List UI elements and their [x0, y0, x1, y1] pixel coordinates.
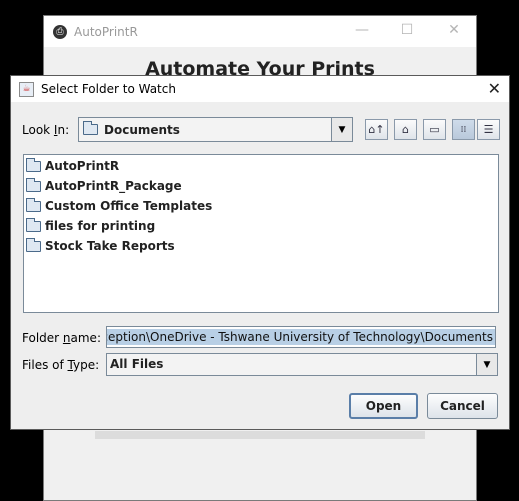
file-item-label: Custom Office Templates [45, 199, 213, 213]
dialog-close-icon[interactable]: ✕ [488, 79, 501, 98]
home-icon: ⌂ [402, 123, 409, 136]
list-item[interactable]: Stock Take Reports [26, 237, 175, 255]
dialog-title: Select Folder to Watch [41, 82, 176, 96]
look-in-value: Documents [104, 122, 180, 137]
look-in-label: Look In: [22, 123, 69, 137]
details-view-icon: ☰ [483, 123, 494, 136]
minimize-icon[interactable]: — [352, 22, 372, 38]
file-item-label: files for printing [45, 219, 156, 233]
folder-icon [26, 237, 41, 252]
files-of-type-label-prefix: Files of [22, 358, 68, 372]
folder-name-label: Folder name: [22, 331, 101, 345]
details-view-button[interactable]: ☰ [477, 119, 500, 140]
cancel-button[interactable]: Cancel [427, 393, 498, 419]
main-title-bar: ⎙ AutoPrintR — ☐ ✕ [44, 16, 476, 47]
up-one-level-button[interactable]: ⌂↑ [365, 119, 388, 140]
folder-name-value: rs\Reception\OneDrive - Tshwane Universi… [107, 329, 495, 345]
select-folder-dialog: ☕ Select Folder to Watch ✕ Look In: Docu… [10, 75, 510, 430]
main-window-strip [95, 431, 425, 439]
new-folder-icon: ▭ [429, 123, 440, 136]
files-of-type-label: Files of Type: [22, 358, 99, 372]
new-folder-button[interactable]: ▭ [423, 119, 446, 140]
look-in-label-suffix: n: [57, 123, 70, 137]
folder-name-field[interactable]: rs\Reception\OneDrive - Tshwane Universi… [106, 326, 496, 348]
file-item-label: AutoPrintR_Package [45, 179, 182, 193]
list-item[interactable]: AutoPrintR_Package [26, 177, 182, 195]
chevron-down-icon[interactable]: ▼ [331, 118, 352, 141]
home-button[interactable]: ⌂ [394, 119, 417, 140]
chevron-down-icon[interactable]: ▼ [476, 354, 497, 375]
file-list[interactable]: AutoPrintR AutoPrintR_Package Custom Off… [23, 154, 499, 313]
files-of-type-value: All Files [110, 357, 164, 371]
list-item[interactable]: AutoPrintR [26, 157, 119, 175]
folder-name-label-suffix: ame: [70, 331, 101, 345]
list-view-button[interactable]: ⁞⁞ [452, 119, 475, 140]
folder-name-label-mnemonic: n [62, 331, 71, 345]
folder-name-label-prefix: Folder [22, 331, 63, 345]
folder-icon [26, 217, 41, 232]
main-window-title: AutoPrintR [74, 24, 138, 39]
look-in-label-prefix: Look [22, 123, 54, 137]
folder-icon [26, 157, 41, 172]
files-of-type-combo[interactable]: All Files ▼ [106, 353, 498, 376]
list-item[interactable]: files for printing [26, 217, 155, 235]
look-in-combo[interactable]: Documents ▼ [78, 117, 353, 142]
open-button[interactable]: Open [349, 393, 418, 419]
files-of-type-label-suffix: ype: [73, 358, 100, 372]
up-folder-icon: ⌂↑ [368, 123, 385, 136]
app-icon: ⎙ [53, 24, 67, 39]
close-icon[interactable]: ✕ [444, 22, 464, 38]
file-item-label: Stock Take Reports [45, 239, 175, 253]
file-item-label: AutoPrintR [45, 159, 120, 173]
java-icon: ☕ [19, 81, 34, 97]
list-item[interactable]: Custom Office Templates [26, 197, 212, 215]
maximize-icon[interactable]: ☐ [397, 22, 417, 38]
folder-icon [83, 121, 98, 135]
dialog-title-bar: ☕ Select Folder to Watch ✕ [11, 76, 509, 102]
folder-icon [26, 177, 41, 192]
folder-icon [26, 197, 41, 212]
list-view-icon: ⁞⁞ [460, 124, 467, 135]
